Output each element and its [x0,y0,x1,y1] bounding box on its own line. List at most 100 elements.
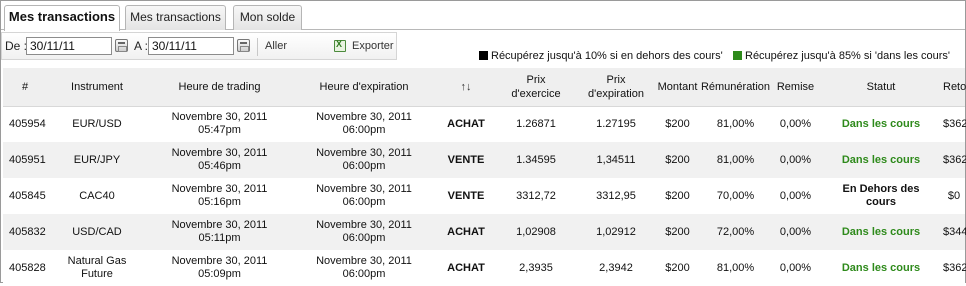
expiry-price-header-line1: Prix [606,73,626,86]
strike-header-line2: d'exercice [511,87,561,100]
black-square-icon [479,51,488,60]
legend-out-text: Récupérez jusqu'à 10% si en dehors des c… [491,50,723,62]
tab-my-balance[interactable]: Mon solde [233,5,302,30]
cell-expiry-time: Novembre 30, 2011 06:00pm [292,178,436,214]
cell-direction: VENTE [436,142,496,178]
expiry-clock: 06:00pm [342,124,386,137]
expiry-price-header-line2: d'expiration [588,87,644,100]
cell-payout: 72,00% [699,214,772,250]
legend-out-of-money: Récupérez jusqu'à 10% si en dehors des c… [479,50,723,62]
cell-instrument: USD/CAD [47,214,147,250]
status-text: Dans les cours [841,261,921,274]
excel-icon [334,39,346,52]
cell-status: Dans les cours [819,250,943,286]
legend-in-money: Récupérez jusqu'à 85% si 'dans les cours… [733,50,950,62]
instrument-name: CAC40 [79,189,115,202]
cell-trade-time: Novembre 30, 2011 05:47pm [147,106,292,142]
trade-clock: 05:11pm [198,232,241,244]
transactions-table: # Instrument Heure de trading Heure d'ex… [3,68,966,286]
toolbar-divider [257,38,258,56]
cell-instrument: Natural Gas Future [47,250,147,286]
status-text-cont: cours [866,196,896,208]
table-header-row: # Instrument Heure de trading Heure d'ex… [3,68,966,107]
cell-expiry-time: Novembre 30, 2011 06:00pm [292,106,436,142]
col-header-refund: Remise [772,68,819,107]
cell-expiry-time: Novembre 30, 2011 06:00pm [292,250,436,286]
cell-expiry-time: Novembre 30, 2011 06:00pm [292,142,436,178]
col-header-return: Retour [943,68,966,107]
cell-id: 405832 [3,214,47,250]
instrument-name-cont: Future [81,268,113,280]
cell-strike: 1.34595 [496,142,576,178]
transactions-panel: Mes transactions Mes transactions Mon so… [0,0,966,286]
date-filter-toolbar: De : A : Aller Exporter [1,32,397,60]
cell-refund: 0,00% [772,250,819,286]
cell-status: En Dehors des cours [819,178,943,214]
col-header-direction[interactable]: ↑↓ [436,68,496,107]
cell-status: Dans les cours [819,106,943,142]
cell-status: Dans les cours [819,214,943,250]
cell-trade-time: Novembre 30, 2011 05:46pm [147,142,292,178]
cell-refund: 0,00% [772,178,819,214]
calendar-icon[interactable] [237,39,250,52]
cell-id: 405845 [3,178,47,214]
to-label: A : [134,39,149,53]
to-date-input[interactable] [148,37,234,55]
tab-bar: Mes transactions Mes transactions Mon so… [1,1,965,31]
legend-in-text: Récupérez jusqu'à 85% si 'dans les cours… [745,50,951,62]
cell-instrument: EUR/USD [47,106,147,142]
expiry-date: Novembre 30, 2011 [316,255,412,267]
cell-refund: 0,00% [772,106,819,142]
col-header-amount: Montant [656,68,699,107]
cell-expiry-price: 2,3942 [576,250,656,286]
status-text: Dans les cours [841,117,921,130]
cell-trade-time: Novembre 30, 2011 05:16pm [147,178,292,214]
sort-icon[interactable]: ↑↓ [461,81,472,93]
instrument-name: Natural Gas [67,255,127,267]
from-date-input[interactable] [26,37,112,55]
trade-clock: 05:09pm [198,268,241,280]
calendar-icon[interactable] [115,39,128,52]
expiry-date: Novembre 30, 2011 [316,219,412,231]
cell-trade-time: Novembre 30, 2011 05:11pm [147,214,292,250]
instrument-name: USD/CAD [72,225,122,238]
expiry-clock: 06:00pm [342,160,386,172]
col-header-id: # [3,68,47,107]
cell-amount: $200 [656,142,699,178]
trade-date: Novembre 30, 2011 [171,255,268,267]
trade-date: Novembre 30, 2011 [171,147,268,159]
expiry-clock: 06:00pm [342,196,386,208]
cell-amount: $200 [656,178,699,214]
tab-my-transactions[interactable]: Mes transactions [125,5,226,30]
table-row: 405832 USD/CAD Novembre 30, 2011 05:11pm … [3,214,966,250]
instrument-name: EUR/JPY [73,153,121,166]
from-label: De : [5,39,28,53]
cell-payout: 81,00% [699,142,772,178]
cell-expiry-price: 1,34511 [576,142,656,178]
status-text: Dans les cours [841,225,921,238]
table-row: 405951 EUR/JPY Novembre 30, 2011 05:46pm … [3,142,966,178]
trade-clock: 05:46pm [198,160,241,172]
cell-amount: $200 [656,250,699,286]
cell-return: $0 [943,178,965,214]
export-button[interactable]: Exporter [352,40,394,52]
cell-refund: 0,00% [772,142,819,178]
trade-date: Novembre 30, 2011 [171,111,268,124]
cell-payout: 81,00% [699,106,772,142]
cell-return: $344 [943,214,966,250]
cell-refund: 0,00% [772,214,819,250]
cell-strike: 2,3935 [496,250,576,286]
go-button[interactable]: Aller [265,40,287,52]
strike-header-line1: Prix [526,73,546,86]
cell-return: $362 [943,142,966,178]
expiry-date: Novembre 30, 2011 [316,147,412,159]
cell-strike: 3312,72 [496,178,576,214]
cell-status: Dans les cours [819,142,943,178]
table-row: 405954 EUR/USD Novembre 30, 2011 05:47pm … [3,106,966,142]
tab-my-transactions-active[interactable]: Mes transactions [4,5,120,31]
cell-id: 405828 [3,250,47,286]
status-text: Dans les cours [841,153,921,166]
cell-instrument: CAC40 [47,178,147,214]
col-header-status: Statut [819,68,943,107]
cell-instrument: EUR/JPY [47,142,147,178]
